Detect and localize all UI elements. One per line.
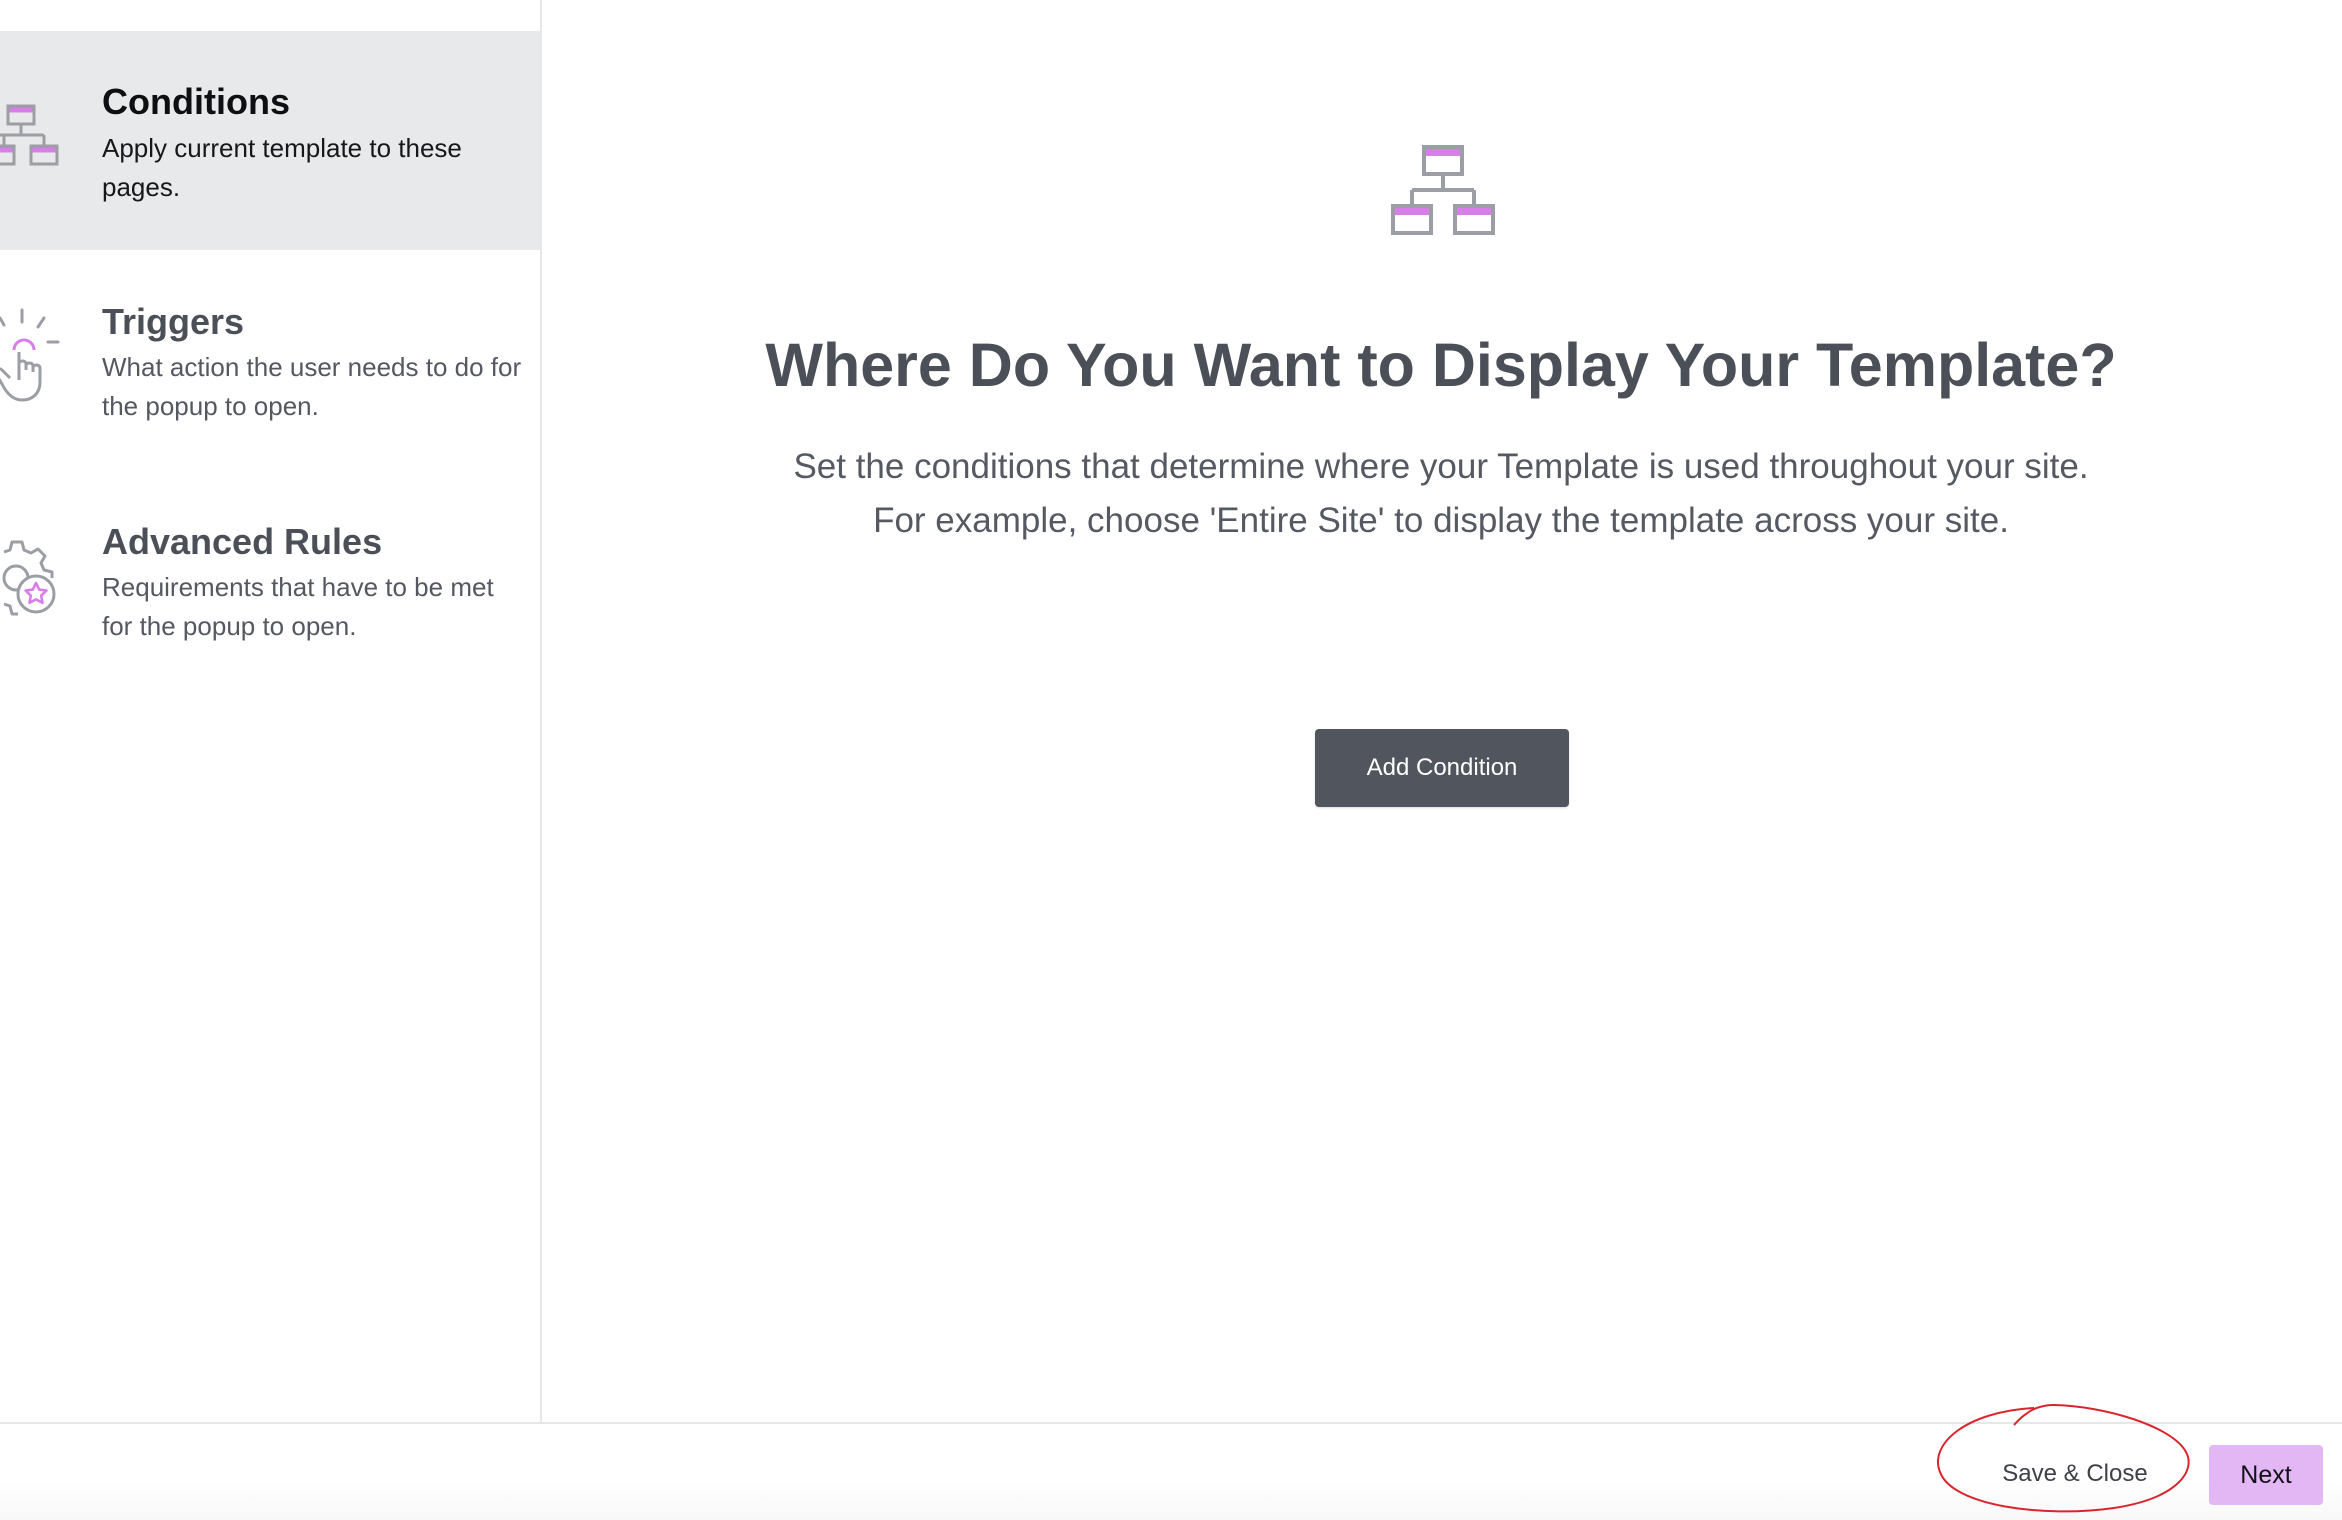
- page-title: Where Do You Want to Display Your Templa…: [765, 331, 2117, 399]
- next-button[interactable]: Next: [2209, 1445, 2323, 1505]
- save-and-close-button[interactable]: Save & Close: [1975, 1448, 2175, 1500]
- sidebar-item-description: Apply current template to these pages.: [102, 133, 462, 202]
- sidebar-item-triggers[interactable]: Triggers What action the user needs to d…: [0, 290, 540, 450]
- page-description: Set the conditions that determine where …: [560, 440, 2322, 548]
- sidebar-item-title: Advanced Rules: [102, 521, 383, 562]
- add-condition-button[interactable]: Add Condition: [1315, 729, 1569, 807]
- description-line: For example, choose 'Entire Site' to dis…: [873, 501, 2009, 540]
- sidebar-item-description: Requirements that have to be met for the…: [102, 572, 494, 641]
- description-line: Set the conditions that determine where …: [793, 447, 2089, 486]
- sidebar: Conditions Apply current template to the…: [0, 0, 542, 1422]
- sitemap-icon: [0, 101, 62, 178]
- sidebar-item-advanced-rules[interactable]: Advanced Rules Requirements that have to…: [0, 510, 540, 670]
- sidebar-item-title: Triggers: [102, 301, 245, 342]
- sidebar-item-title: Conditions: [102, 81, 290, 122]
- sidebar-item-conditions[interactable]: Conditions Apply current template to the…: [0, 31, 540, 250]
- template-conditions-screen: Conditions Apply current template to the…: [0, 0, 2342, 1520]
- sidebar-item-description: What action the user needs to do for the…: [102, 352, 522, 421]
- sitemap-icon: [1391, 143, 1495, 244]
- gear-star-icon: [0, 540, 62, 621]
- pointer-click-icon: [0, 308, 62, 413]
